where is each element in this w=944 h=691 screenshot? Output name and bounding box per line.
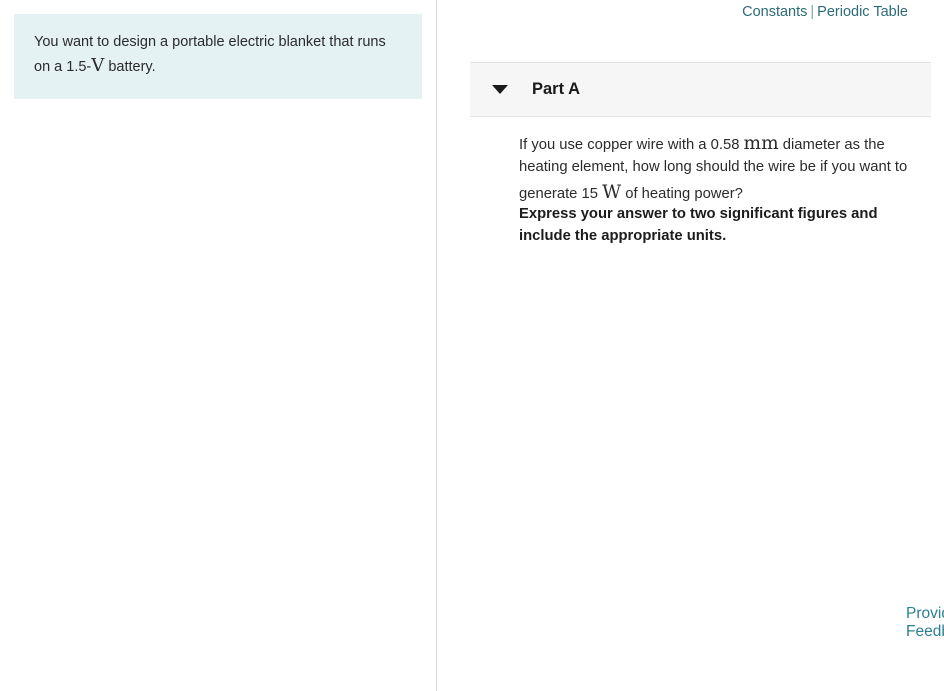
problem-page: You want to design a portable electric b… — [0, 0, 944, 691]
constants-link[interactable]: Constants — [742, 4, 807, 20]
question-segment-3: of heating power? — [621, 186, 743, 203]
left-problem-pane: You want to design a portable electric b… — [0, 0, 437, 691]
links-separator: | — [810, 4, 815, 20]
part-title: Part A — [532, 80, 580, 98]
problem-statement-text-part1: You want to design a portable electric b… — [34, 34, 386, 76]
chevron-down-icon[interactable] — [492, 85, 508, 94]
part-a-header[interactable]: Part A — [470, 62, 931, 117]
answer-instruction: Express your answer to two significant f… — [519, 206, 878, 244]
question-unit-mm: mm — [743, 133, 779, 154]
periodic-table-link[interactable]: Periodic Table — [817, 4, 908, 20]
question-segment-1: If you use copper wire with a 0.58 — [519, 137, 744, 153]
provide-feedback-link[interactable]: Provide Feedback — [906, 605, 944, 641]
top-reference-links: Constants | Periodic Table — [742, 4, 908, 20]
problem-voltage-unit: V — [91, 55, 105, 77]
problem-statement-box: You want to design a portable electric b… — [14, 14, 422, 100]
question-text: If you use copper wire with a 0.58 mm di… — [519, 130, 919, 207]
question-unit-w: W — [602, 182, 622, 204]
problem-statement-text-part2: battery. — [104, 59, 156, 76]
right-answer-pane: Constants | Periodic Table Part A If you u… — [437, 0, 944, 691]
